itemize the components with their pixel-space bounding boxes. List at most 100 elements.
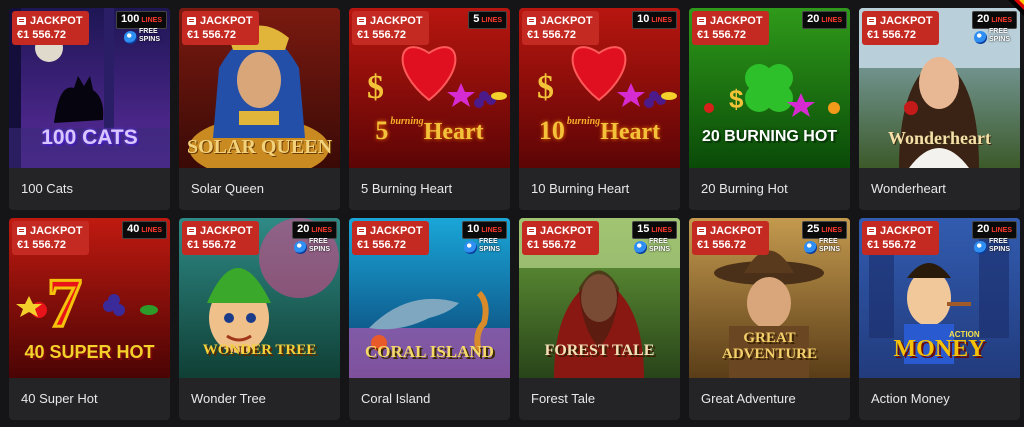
jackpot-label: JACKPOT [30, 15, 83, 27]
jackpot-label: JACKPOT [710, 15, 763, 27]
free-spins-coin-icon [294, 241, 307, 254]
lines-label: LINES [481, 227, 502, 234]
jackpot-badge: JACKPOT €1 556.72 [12, 11, 89, 45]
lines-badge: 20 LINES [972, 11, 1017, 29]
game-tile[interactable]: 7 40 SUPER HOT JACKPOT €1 556.72 40 LINES 40 S… [9, 218, 170, 420]
free-spins-line1: FREE [309, 238, 328, 245]
game-name[interactable]: Solar Queen [179, 168, 340, 210]
jackpot-label: JACKPOT [710, 225, 763, 237]
lines-count: 15 [637, 223, 650, 235]
jackpot-badge: JACKPOT €1 556.72 [862, 221, 939, 255]
game-thumbnail[interactable]: 7 40 SUPER HOT JACKPOT €1 556.72 40 LINES [9, 218, 170, 378]
game-name[interactable]: Coral Island [349, 378, 510, 420]
jackpot-label-row: JACKPOT [187, 14, 253, 28]
game-thumbnail[interactable]: MONEY ACTION JACKPOT €1 556.72 20 LINES FREE SP… [859, 218, 1020, 378]
game-name[interactable]: Wonder Tree [179, 378, 340, 420]
game-tile[interactable]: WONDER TREE JACKPOT €1 556.72 20 LINES FREE SP… [179, 218, 340, 420]
game-name[interactable]: 40 Super Hot [9, 378, 170, 420]
game-thumbnail[interactable]: WONDER TREE JACKPOT €1 556.72 20 LINES FREE SP… [179, 218, 340, 378]
game-tile[interactable]: MONEY ACTION JACKPOT €1 556.72 20 LINES FREE SP… [859, 218, 1020, 420]
game-tile[interactable]: Wonderheart JACKPOT €1 556.72 20 LINES FREE SP… [859, 8, 1020, 210]
game-name[interactable]: Action Money [859, 378, 1020, 420]
free-spins-line1: FREE [819, 238, 838, 245]
lines-badge: 5 LINES [468, 11, 507, 29]
jackpot-badge: JACKPOT €1 556.72 [692, 221, 769, 255]
jackpot-icon [187, 227, 196, 235]
free-spins-line1: FREE [139, 28, 158, 35]
game-tile[interactable]: SOLAR QUEEN JACKPOT €1 556.72 Solar Queen [179, 8, 340, 210]
jackpot-badge: JACKPOT €1 556.72 [182, 11, 259, 45]
game-name[interactable]: Forest Tale [519, 378, 680, 420]
game-name[interactable]: Wonderheart [859, 168, 1020, 210]
lines-count: 20 [977, 13, 990, 25]
game-tile[interactable]: 100 CATS JACKPOT €1 556.72 100 LINES FREE SPIN… [9, 8, 170, 210]
game-thumbnail[interactable]: $5 burningHeart JACKPOT €1 556.72 5 LINES [349, 8, 510, 168]
free-spins-label: FREE SPINS [479, 238, 500, 254]
logo-heart: Heart [600, 119, 661, 145]
jackpot-label-row: JACKPOT [17, 224, 83, 238]
game-logo-subtext: ACTION [949, 330, 980, 339]
game-name[interactable]: 20 Burning Hot [689, 168, 850, 210]
game-tile[interactable]: GREAT ADVENTURE JACKPOT €1 556.72 25 LINES FR… [689, 218, 850, 420]
lines-count: 20 [807, 13, 820, 25]
jackpot-icon [17, 227, 26, 235]
game-name[interactable]: 5 Burning Heart [349, 168, 510, 210]
jackpot-label-row: JACKPOT [697, 14, 763, 28]
game-grid: 100 CATS JACKPOT €1 556.72 100 LINES FREE SPIN… [9, 8, 1020, 420]
game-tile[interactable]: $20 BURNING HOT JACKPOT €1 556.72 20 LINES 20… [689, 8, 850, 210]
game-tile[interactable]: $10 burningHeart JACKPOT €1 556.72 10 LINES 10… [519, 8, 680, 210]
game-logo-text: 10 burningHeart [519, 116, 680, 146]
lines-label: LINES [651, 17, 672, 24]
jackpot-icon [187, 17, 196, 25]
game-thumbnail[interactable]: CORAL ISLAND JACKPOT €1 556.72 10 LINES FREE S… [349, 218, 510, 378]
lines-count: 100 [121, 13, 140, 25]
jackpot-label: JACKPOT [30, 225, 83, 237]
game-thumbnail[interactable]: $20 BURNING HOT JACKPOT €1 556.72 20 LINES [689, 8, 850, 168]
free-spins-line2: SPINS [139, 36, 161, 43]
free-spins-badge: FREE SPINS [294, 238, 334, 256]
game-thumbnail[interactable]: 100 CATS JACKPOT €1 556.72 100 LINES FREE SPIN… [9, 8, 170, 168]
jackpot-badge: JACKPOT €1 556.72 [522, 11, 599, 45]
game-tile[interactable]: $5 burningHeart JACKPOT €1 556.72 5 LINES 5 Bu… [349, 8, 510, 210]
svg-text:7: 7 [47, 265, 82, 342]
lines-badge: 10 LINES [462, 221, 507, 239]
free-spins-line2: SPINS [989, 246, 1011, 253]
jackpot-label-row: JACKPOT [527, 224, 593, 238]
jackpot-badge: JACKPOT €1 556.72 [182, 221, 259, 255]
jackpot-label-row: JACKPOT [527, 14, 593, 28]
jackpot-amount: €1 556.72 [357, 29, 406, 41]
game-tile[interactable]: CORAL ISLAND JACKPOT €1 556.72 10 LINES FREE S… [349, 218, 510, 420]
game-logo-text: CORAL ISLAND [365, 342, 494, 361]
jackpot-icon [697, 227, 706, 235]
logo-burning: burning [390, 116, 424, 127]
free-spins-label: FREE SPINS [649, 238, 670, 254]
jackpot-amount: €1 556.72 [187, 239, 236, 251]
jackpot-amount: €1 556.72 [697, 29, 746, 41]
game-name[interactable]: 10 Burning Heart [519, 168, 680, 210]
jackpot-amount: €1 556.72 [527, 239, 576, 251]
game-thumbnail[interactable]: GREAT ADVENTURE JACKPOT €1 556.72 25 LINES FR… [689, 218, 850, 378]
game-name[interactable]: Great Adventure [689, 378, 850, 420]
game-thumbnail[interactable]: FOREST TALE JACKPOT €1 556.72 15 LINES FREE SP… [519, 218, 680, 378]
free-spins-label: FREE SPINS [989, 28, 1010, 44]
lines-label: LINES [821, 17, 842, 24]
game-name[interactable]: 100 Cats [9, 168, 170, 210]
jackpot-label: JACKPOT [200, 225, 253, 237]
lines-badge: 20 LINES [972, 221, 1017, 239]
free-spins-badge: FREE SPINS [464, 238, 504, 256]
game-thumbnail[interactable]: Wonderheart JACKPOT €1 556.72 20 LINES FREE SP… [859, 8, 1020, 168]
jackpot-label-row: JACKPOT [867, 14, 933, 28]
game-tile[interactable]: FOREST TALE JACKPOT €1 556.72 15 LINES FREE SP… [519, 218, 680, 420]
game-thumbnail[interactable]: $10 burningHeart JACKPOT €1 556.72 10 LINES [519, 8, 680, 168]
free-spins-coin-icon [634, 241, 647, 254]
free-spins-label: FREE SPINS [819, 238, 840, 254]
free-spins-line1: FREE [649, 238, 668, 245]
lines-label: LINES [141, 227, 162, 234]
jackpot-icon [527, 17, 536, 25]
game-thumbnail[interactable]: SOLAR QUEEN JACKPOT €1 556.72 [179, 8, 340, 168]
jackpot-icon [357, 17, 366, 25]
jackpot-amount: €1 556.72 [697, 239, 746, 251]
free-spins-label: FREE SPINS [989, 238, 1010, 254]
free-spins-line1: FREE [989, 238, 1008, 245]
jackpot-badge: JACKPOT €1 556.72 [12, 221, 89, 255]
